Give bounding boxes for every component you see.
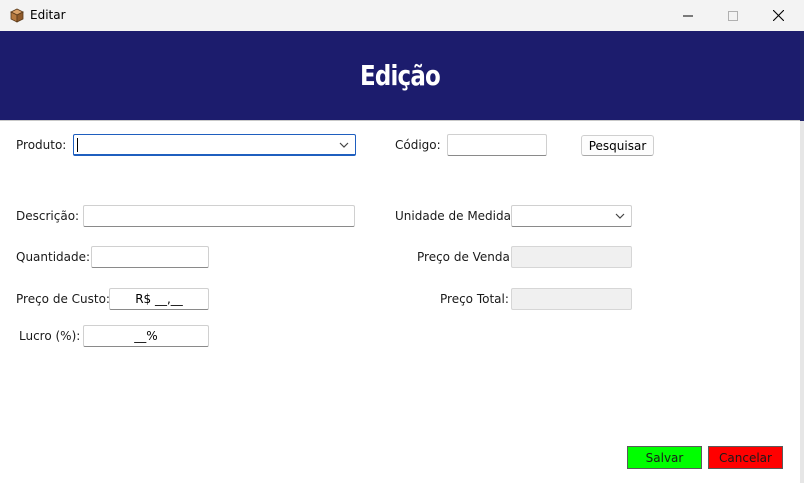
window-edge-header xyxy=(800,31,804,121)
minimize-icon xyxy=(683,15,693,16)
chevron-down-icon xyxy=(615,213,625,219)
descricao-input[interactable] xyxy=(83,205,355,227)
unidade-medida-label: Unidade de Medida: xyxy=(395,209,516,223)
cancel-button[interactable]: Cancelar xyxy=(708,446,783,469)
maximize-icon xyxy=(728,10,738,21)
maximize-button[interactable] xyxy=(710,0,756,31)
descricao-label: Descrição: xyxy=(16,209,80,223)
codigo-input[interactable] xyxy=(447,134,547,156)
quantidade-input[interactable] xyxy=(91,246,209,268)
title-bar: Editar xyxy=(0,0,804,31)
unidade-medida-combobox[interactable] xyxy=(511,205,632,227)
preco-venda-field xyxy=(511,246,632,268)
header-divider xyxy=(0,120,800,121)
close-icon xyxy=(772,10,784,21)
produto-label: Produto: xyxy=(16,138,67,152)
preco-venda-label: Preço de Venda: xyxy=(417,250,514,264)
preco-custo-input[interactable]: R$ __,__ xyxy=(109,288,209,310)
text-caret xyxy=(77,138,78,152)
box-icon xyxy=(9,7,25,23)
preco-total-label: Preço Total: xyxy=(440,292,509,306)
codigo-label: Código: xyxy=(395,138,441,152)
window-title: Editar xyxy=(30,8,66,22)
page-title: Edição xyxy=(360,59,441,92)
produto-combobox[interactable] xyxy=(73,134,356,156)
chevron-down-icon xyxy=(339,142,349,148)
lucro-label: Lucro (%): xyxy=(19,329,81,343)
quantidade-label: Quantidade: xyxy=(16,250,91,264)
close-button[interactable] xyxy=(755,0,801,31)
lucro-input[interactable]: __% xyxy=(83,325,209,347)
minimize-button[interactable] xyxy=(665,0,711,31)
header-banner: Edição xyxy=(0,31,800,121)
save-button[interactable]: Salvar xyxy=(627,446,702,469)
pesquisar-button[interactable]: Pesquisar xyxy=(581,135,654,156)
preco-custo-label: Preço de Custo: xyxy=(16,292,110,306)
preco-total-field xyxy=(511,288,632,310)
